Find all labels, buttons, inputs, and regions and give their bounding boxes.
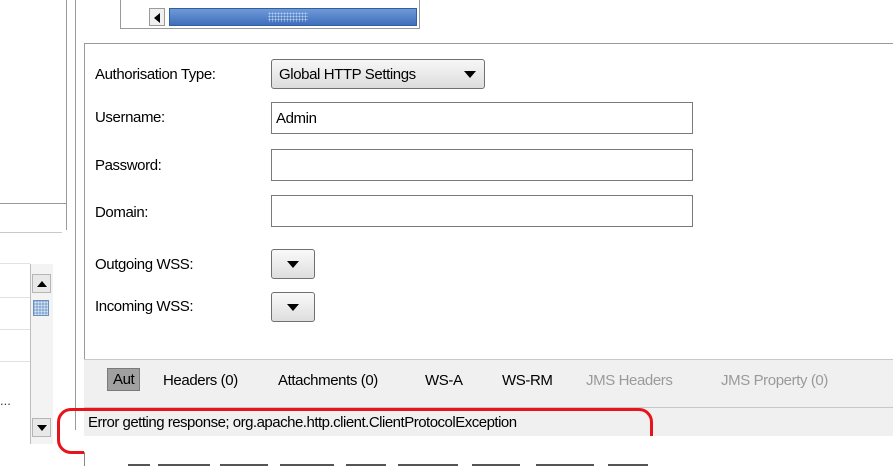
outgoing-wss-select[interactable] [271, 249, 315, 279]
splitter-vertical-main[interactable] [75, 0, 76, 430]
list-divider [0, 263, 30, 264]
tab-jms-property: JMS Property (0) [721, 372, 828, 389]
domain-label: Domain: [95, 204, 149, 221]
list-divider [0, 361, 30, 362]
scroll-down-button[interactable] [32, 418, 51, 437]
splitter-horizontal[interactable] [0, 203, 67, 204]
chevron-down-icon [287, 261, 299, 268]
username-field[interactable] [271, 102, 693, 134]
cut-off-text [84, 452, 734, 466]
splitter-vertical[interactable] [66, 0, 67, 230]
tab-attachments[interactable]: Attachments (0) [278, 372, 378, 389]
tab-jms-headers: JMS Headers [586, 372, 673, 389]
list-divider [0, 329, 30, 330]
bottom-content-cut [84, 436, 893, 467]
tab-headers[interactable]: Headers (0) [163, 372, 238, 389]
username-label: Username: [95, 109, 165, 126]
tab-ws-rm[interactable]: WS-RM [502, 372, 553, 389]
password-label: Password: [95, 157, 162, 174]
scroll-up-button[interactable] [32, 274, 51, 293]
arrow-left-icon [154, 13, 160, 23]
list-item-truncated[interactable]: ... [0, 393, 11, 408]
authorisation-type-label: Authorisation Type: [95, 66, 216, 83]
scroll-left-button[interactable] [149, 8, 165, 26]
horizontal-scroll-thumb[interactable] [169, 8, 417, 26]
vertical-scrollbar[interactable] [30, 264, 53, 444]
scroll-thumb[interactable] [33, 300, 49, 316]
top-editor-frame [120, 0, 420, 29]
incoming-wss-select[interactable] [271, 292, 315, 322]
request-tab-strip: Aut Headers (0) Attachments (0) WS-A WS-… [84, 359, 893, 408]
authorisation-type-select[interactable]: Global HTTP Settings [271, 59, 485, 89]
chevron-down-icon [464, 71, 476, 78]
password-field[interactable] [271, 149, 693, 181]
arrow-down-icon [37, 425, 47, 431]
incoming-wss-label: Incoming WSS: [95, 298, 194, 315]
tab-ws-a[interactable]: WS-A [425, 372, 463, 389]
list-divider [0, 297, 30, 298]
scroll-grip [268, 12, 308, 22]
authorisation-panel: Authorisation Type: Global HTTP Settings… [84, 43, 893, 360]
outgoing-wss-label: Outgoing WSS: [95, 256, 194, 273]
authorisation-type-value: Global HTTP Settings [279, 66, 416, 83]
domain-field[interactable] [271, 195, 693, 227]
chevron-down-icon [287, 304, 299, 311]
tab-authentication[interactable]: Aut [107, 368, 141, 391]
arrow-up-icon [37, 281, 47, 287]
